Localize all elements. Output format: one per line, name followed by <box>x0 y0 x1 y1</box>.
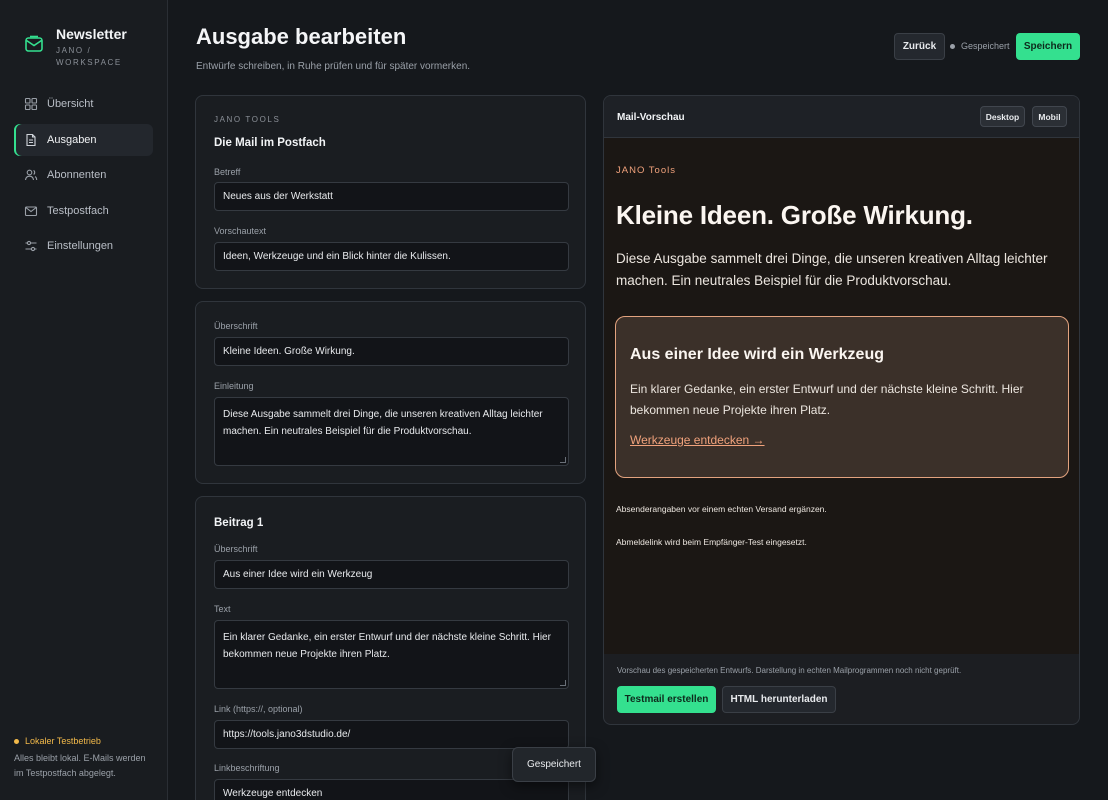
mail-post-title: Aus einer Idee wird ein Werkzeug <box>630 346 884 363</box>
resize-handle-icon[interactable] <box>560 680 566 686</box>
heading-input[interactable]: Kleine Ideen. Große Wirkung. <box>214 337 569 366</box>
sidebar-item-label: Übersicht <box>47 98 94 110</box>
sender-note: Absenderangaben vor einem echten Versand… <box>616 504 827 514</box>
sidebar-nav: Übersicht Ausgaben Abonnenten Testpostfa… <box>14 88 153 266</box>
post-text: Ein klarer Gedanke, ein erster Entwurf u… <box>223 632 551 660</box>
intro-text: Diese Ausgabe sammelt drei Dinge, die un… <box>223 409 543 437</box>
sidebar-item-label: Testpostfach <box>47 204 109 217</box>
mail-headline: Kleine Ideen. Große Wirkung. <box>616 200 973 230</box>
sliders-icon <box>25 241 37 252</box>
tab-mobile[interactable]: Mobil <box>1032 106 1067 127</box>
app-subtitle: JANO / WORKSPACE <box>56 46 122 67</box>
create-testmail-button[interactable]: Testmail erstellen <box>617 686 716 713</box>
page-subtitle: Entwürfe schreiben, in Ruhe prüfen und f… <box>196 61 471 72</box>
post-heading-label: Überschrift <box>214 544 258 554</box>
preview-header: Mail-Vorschau Desktop Mobil <box>604 96 1079 138</box>
mail-icon <box>24 206 38 216</box>
mail-settings-card: JANO TOOLS Die Mail im Postfach Betreff … <box>195 95 586 289</box>
intro-card: Überschrift Kleine Ideen. Große Wirkung.… <box>195 301 586 484</box>
post-link-text-input[interactable]: Werkzeuge entdecken <box>214 779 569 800</box>
sidebar-item-label: Einstellungen <box>47 240 114 253</box>
local-mode-title: Lokaler Testbetrieb <box>25 736 101 746</box>
sidebar: Newsletter JANO / WORKSPACE Übersicht Au… <box>0 0 168 800</box>
brand: Newsletter JANO / WORKSPACE <box>24 26 127 69</box>
preview-footer-text: Vorschau des gespeicherten Entwurfs. Dar… <box>617 666 962 675</box>
mail-render: JANO Tools Kleine Ideen. Große Wirkung. … <box>604 138 1079 654</box>
subject-input[interactable]: Neues aus der Werkstatt <box>214 182 569 211</box>
save-status-label: Gespeichert <box>961 41 1010 51</box>
post-text-textarea[interactable]: Ein klarer Gedanke, ein erster Entwurf u… <box>214 620 569 689</box>
mail-brand: JANO Tools <box>616 165 676 176</box>
sidebar-item-label: Abonnenten <box>47 169 107 182</box>
save-button[interactable]: Speichern <box>1016 33 1080 60</box>
grid-icon <box>24 97 38 111</box>
status-dot <box>14 738 19 744</box>
card-eyebrow: JANO TOOLS <box>214 115 281 124</box>
sidebar-item-settings[interactable]: Einstellungen <box>14 230 153 262</box>
document-icon <box>26 133 36 146</box>
post-heading-input[interactable]: Aus einer Idee wird ein Werkzeug <box>214 560 569 589</box>
page-title: Ausgabe bearbeiten <box>196 24 407 49</box>
mail-logo-icon <box>25 35 43 52</box>
heading-label: Überschrift <box>214 321 258 331</box>
sidebar-item-issues[interactable]: Ausgaben <box>14 123 153 156</box>
card-title: Die Mail im Postfach <box>214 137 326 149</box>
mail-post-link[interactable]: Werkzeuge entdecken → <box>630 433 765 447</box>
preview-title: Mail-Vorschau <box>617 112 685 123</box>
sidebar-item-label: Ausgaben <box>47 133 97 146</box>
saved-toast: Gespeichert <box>512 747 596 782</box>
local-mode-notice: Lokaler Testbetrieb Alles bleibt lokal. … <box>14 736 154 781</box>
intro-label: Einleitung <box>214 381 254 391</box>
sidebar-item-test-inbox[interactable]: Testpostfach <box>14 195 153 227</box>
intro-textarea[interactable]: Diese Ausgabe sammelt drei Dinge, die un… <box>214 397 569 466</box>
unsubscribe-note: Abmeldelink wird beim Empfänger-Test ein… <box>616 537 807 547</box>
mail-post-card: Aus einer Idee wird ein Werkzeug Ein kla… <box>615 316 1069 478</box>
sidebar-item-subscribers[interactable]: Abonnenten <box>14 159 153 191</box>
subject-label: Betreff <box>214 167 241 177</box>
download-html-button[interactable]: HTML herunterladen <box>722 686 836 713</box>
status-dot <box>950 43 955 49</box>
post-link-text-label: Linkbeschriftung <box>214 763 280 773</box>
users-icon <box>24 169 38 181</box>
save-status: Gespeichert <box>950 41 1010 51</box>
post-title: Beitrag 1 <box>214 517 264 529</box>
preheader-label: Vorschautext <box>214 226 267 236</box>
post-link-label: Link (https://, optional) <box>214 704 303 714</box>
back-button[interactable]: Zurück <box>894 33 945 60</box>
mail-intro: Diese Ausgabe sammelt drei Dinge, die un… <box>616 251 1048 288</box>
local-mode-text: Alles bleibt lokal. E-Mails werden im Te… <box>14 753 146 778</box>
tab-desktop[interactable]: Desktop <box>980 106 1025 127</box>
mail-preview-panel: Mail-Vorschau Desktop Mobil JANO Tools K… <box>603 95 1080 725</box>
post-text-label: Text <box>214 604 231 614</box>
sidebar-item-overview[interactable]: Übersicht <box>14 88 153 120</box>
preheader-input[interactable]: Ideen, Werkzeuge und ein Blick hinter di… <box>214 242 569 271</box>
post-link-input[interactable]: https://tools.jano3dstudio.de/ <box>214 720 569 749</box>
mail-post-text: Ein klarer Gedanke, ein erster Entwurf u… <box>630 382 1024 417</box>
app-title: Newsletter <box>56 26 127 42</box>
resize-handle-icon[interactable] <box>560 457 566 463</box>
